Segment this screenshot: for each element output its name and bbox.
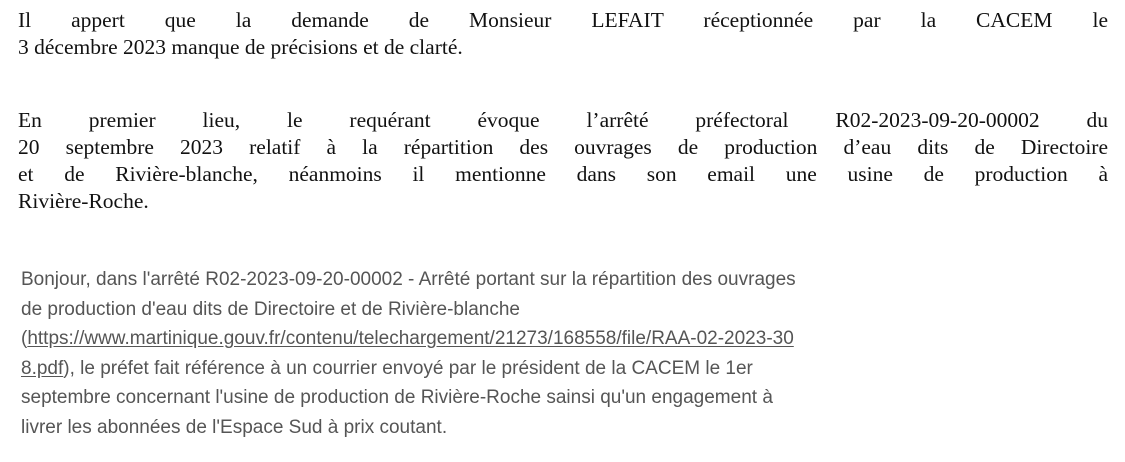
paragraph-line: Il appert que la demande de Monsieur LEF… [18, 8, 1108, 32]
paragraph-intro: Il appert que la demande de Monsieur LEF… [18, 7, 1108, 61]
document-page: Il appert que la demande de Monsieur LEF… [0, 0, 1125, 462]
email-quote: Bonjour, dans l'arrêté R02-2023-09-20-00… [21, 265, 1106, 442]
paragraph-line: 20 septembre 2023 relatif à la répartiti… [18, 135, 1108, 159]
email-quote-line: Bonjour, dans l'arrêté R02-2023-09-20-00… [21, 269, 796, 290]
email-quote-line: (https://www.martinique.gouv.fr/contenu/… [21, 324, 1106, 354]
email-quote-line: septembre concernant l'usine de producti… [21, 387, 773, 408]
email-quote-line: 8.pdf), le préfet fait référence à un co… [21, 354, 1106, 384]
pdf-link-continuation[interactable]: 8.pdf [21, 358, 63, 379]
paragraph-line: Rivière-Roche. [18, 189, 149, 213]
paragraph-first-point: En premier lieu, le requérant évoque l’a… [18, 107, 1108, 215]
email-quote-line: livrer les abonnées de l'Espace Sud à pr… [21, 416, 448, 438]
pdf-link[interactable]: https://www.martinique.gouv.fr/contenu/t… [27, 328, 793, 349]
email-quote-text: ), le préfet fait référence à un courrie… [63, 357, 753, 379]
paragraph-line: En premier lieu, le requérant évoque l’a… [18, 108, 1108, 132]
paragraph-line: et de Rivière-blanche, néanmoins il ment… [18, 162, 1108, 186]
email-quote-line: de production d'eau dits de Directoire e… [21, 298, 520, 320]
paragraph-line: 3 décembre 2023 manque de précisions et … [18, 35, 463, 59]
